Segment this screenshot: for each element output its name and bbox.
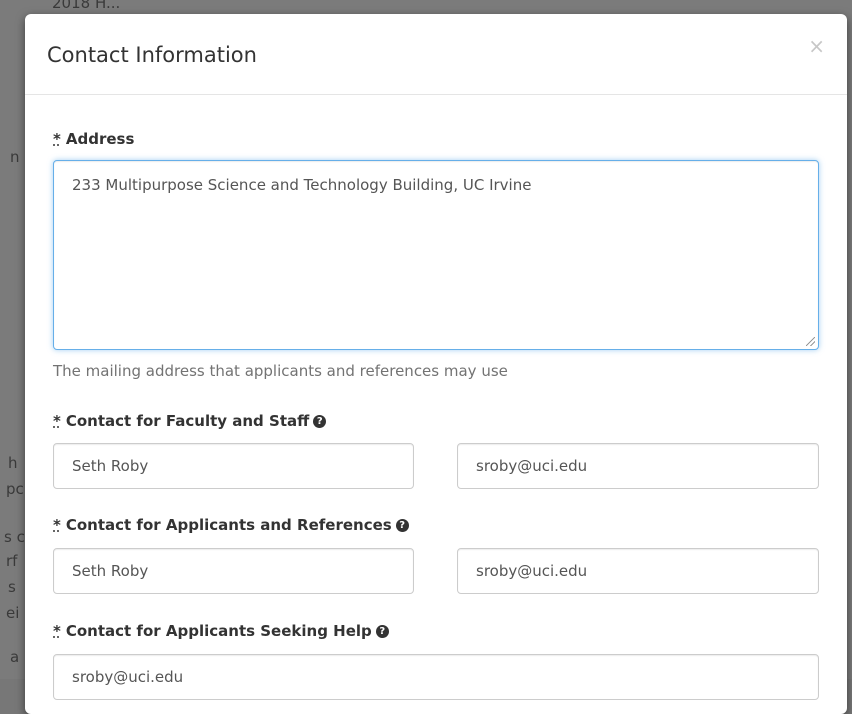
help-contact-email-input[interactable]: sroby@uci.edu xyxy=(53,654,819,700)
help-contact-label-text: Contact for Applicants Seeking Help xyxy=(65,622,372,640)
background-text: 2018 H... xyxy=(52,0,121,12)
required-marker: * xyxy=(53,130,61,148)
applicant-contact-label-text: Contact for Applicants and References xyxy=(65,516,392,534)
background-text: pc xyxy=(6,480,24,498)
faculty-contact-label: * Contact for Faculty and Staff ? xyxy=(53,412,327,430)
address-label: * Address xyxy=(53,130,134,148)
help-contact-email-value: sroby@uci.edu xyxy=(72,668,184,686)
background-text: rf xyxy=(6,552,18,570)
required-marker: * xyxy=(53,516,61,534)
background-text: ei xyxy=(6,604,20,622)
applicant-contact-name-input[interactable]: Seth Roby xyxy=(53,548,414,594)
address-textarea[interactable]: 233 Multipurpose Science and Technology … xyxy=(53,160,819,350)
applicant-contact-email-input[interactable]: sroby@uci.edu xyxy=(457,548,819,594)
faculty-contact-name-value: Seth Roby xyxy=(72,457,149,475)
background-text: n xyxy=(10,148,20,166)
question-circle-icon[interactable]: ? xyxy=(395,518,409,532)
background-text: s xyxy=(8,578,16,596)
faculty-contact-label-text: Contact for Faculty and Staff xyxy=(65,412,310,430)
required-marker: * xyxy=(53,412,61,430)
resize-grip-icon[interactable] xyxy=(806,337,815,346)
contact-information-modal: Contact Information × * Address 233 Mult… xyxy=(25,14,847,714)
close-icon[interactable]: × xyxy=(808,36,825,56)
applicant-contact-label: * Contact for Applicants and References … xyxy=(53,516,409,534)
background-text: s c xyxy=(4,528,25,546)
applicant-contact-email-value: sroby@uci.edu xyxy=(476,562,588,580)
question-circle-icon[interactable]: ? xyxy=(375,624,389,638)
background-text: a xyxy=(10,648,20,666)
faculty-contact-name-input[interactable]: Seth Roby xyxy=(53,443,414,489)
address-label-text: Address xyxy=(65,130,135,148)
modal-header: Contact Information × xyxy=(25,14,847,95)
faculty-contact-email-input[interactable]: sroby@uci.edu xyxy=(457,443,819,489)
address-value: 233 Multipurpose Science and Technology … xyxy=(72,176,532,194)
address-help-text: The mailing address that applicants and … xyxy=(53,362,508,380)
applicant-contact-name-value: Seth Roby xyxy=(72,562,149,580)
question-circle-icon[interactable]: ? xyxy=(313,414,327,428)
modal-title: Contact Information xyxy=(47,43,257,67)
faculty-contact-email-value: sroby@uci.edu xyxy=(476,457,588,475)
help-contact-label: * Contact for Applicants Seeking Help ? xyxy=(53,622,389,640)
background-text: h xyxy=(8,454,18,472)
required-marker: * xyxy=(53,622,61,640)
